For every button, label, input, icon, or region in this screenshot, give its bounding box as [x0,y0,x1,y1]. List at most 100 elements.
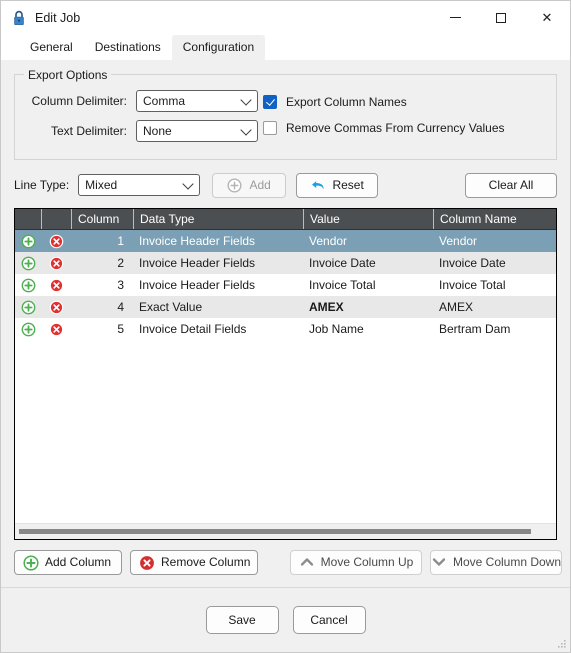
row-add-button[interactable] [15,274,41,296]
checkbox-icon-unchecked [263,121,277,135]
delimiter-fields: Column Delimiter: Comma Text Delimiter: … [27,88,263,148]
row-add-button[interactable] [15,296,41,318]
add-button[interactable]: Add [212,172,287,198]
export-column-names-label: Export Column Names [286,95,407,109]
add-button-label: Add [249,178,271,192]
remove-commas-checkbox[interactable]: Remove Commas From Currency Values [263,117,505,139]
add-column-label: Add Column [45,555,112,569]
line-type-value: Mixed [85,178,118,192]
table-row[interactable]: 2 Invoice Header Fields Invoice Date Inv… [15,252,556,274]
row-column-index: 1 [117,234,124,248]
plus-circle-icon [227,177,242,193]
text-delimiter-select[interactable]: None [136,119,258,142]
red-x-circle-icon [49,322,64,337]
scrollbar-thumb[interactable] [19,529,531,534]
maximize-button[interactable] [478,1,524,34]
edit-job-dialog: Edit Job ✕ General Destinations Configur… [0,0,571,653]
row-value: Invoice Total [309,278,376,292]
export-checkboxes: Export Column Names Remove Commas From C… [263,88,505,143]
grid-body: 1 Invoice Header Fields Vendor Vendor 2 … [15,230,556,523]
cancel-button[interactable]: Cancel [292,606,366,634]
row-column-index: 2 [117,256,124,270]
grid-header-column[interactable]: Column [71,209,133,229]
chevron-down-icon [431,555,446,570]
line-type-label: Line Type: [14,178,70,192]
table-row[interactable]: 3 Invoice Header Fields Invoice Total In… [15,274,556,296]
move-column-down-button[interactable]: Move Column Down [430,549,562,575]
lock-icon [12,10,26,26]
row-value: Job Name [309,322,364,336]
table-row[interactable]: 5 Invoice Detail Fields Job Name Bertram… [15,318,556,340]
close-button[interactable]: ✕ [524,1,570,34]
red-x-circle-icon [49,256,64,271]
tab-strip: General Destinations Configuration [1,34,570,60]
row-add-button[interactable] [15,252,41,274]
row-column-index: 4 [117,300,124,314]
chevron-down-icon [240,93,252,106]
row-remove-button[interactable] [41,274,71,296]
dialog-footer: Save Cancel [1,587,570,652]
column-delimiter-select[interactable]: Comma [136,89,258,112]
clear-all-button[interactable]: Clear All [465,172,557,198]
tab-general[interactable]: General [19,35,84,60]
row-remove-button[interactable] [41,296,71,318]
row-value: Invoice Date [309,256,376,270]
row-column-name: Bertram Dam [439,322,511,336]
grid-header-remove-col [41,209,71,229]
red-x-circle-icon [49,300,64,315]
row-column-index: 3 [117,278,124,292]
minimize-icon [449,17,461,18]
export-options-legend: Export Options [24,68,112,82]
reset-arrow-icon [310,178,325,193]
tab-configuration[interactable]: Configuration [171,35,266,60]
grid-header-data-type[interactable]: Data Type [133,209,303,229]
export-options-group: Export Options Column Delimiter: Comma T… [14,68,557,160]
column-delimiter-value: Comma [143,93,186,108]
move-column-down-label: Move Column Down [452,555,562,569]
remove-commas-label: Remove Commas From Currency Values [286,121,505,135]
red-x-circle-icon [49,234,64,249]
columns-grid: Column Data Type Value Column Name 1 Inv… [14,208,557,540]
export-column-names-checkbox[interactable]: Export Column Names [263,91,505,113]
green-plus-circle-icon [21,300,36,315]
row-data-type: Invoice Header Fields [139,234,256,248]
green-plus-circle-icon [21,234,36,249]
grid-header-value[interactable]: Value [303,209,433,229]
column-delimiter-field: Column Delimiter: Comma [27,88,263,113]
grid-header-add-col [15,209,41,229]
grid-horizontal-scrollbar[interactable] [15,523,556,539]
tab-destinations[interactable]: Destinations [84,35,172,60]
remove-column-button[interactable]: Remove Column [130,549,258,575]
text-delimiter-value: None [143,123,172,138]
resize-grip-icon[interactable] [556,638,567,649]
table-row[interactable]: 4 Exact Value AMEX AMEX [15,296,556,318]
window-controls: ✕ [432,1,570,34]
row-remove-button[interactable] [41,230,71,252]
row-column-index: 5 [117,322,124,336]
green-plus-circle-icon [21,278,36,293]
add-column-button[interactable]: Add Column [14,549,122,575]
row-remove-button[interactable] [41,252,71,274]
green-plus-circle-icon [21,322,36,337]
reset-button-label: Reset [332,178,364,192]
save-button[interactable]: Save [205,606,279,634]
row-add-button[interactable] [15,318,41,340]
minimize-button[interactable] [432,1,478,34]
red-x-circle-icon [49,278,64,293]
row-add-button[interactable] [15,230,41,252]
line-type-toolbar: Line Type: Mixed Add Reset Clear All [14,172,557,198]
grid-header-column-name[interactable]: Column Name [433,209,556,229]
chevron-down-icon [240,123,252,136]
reset-button[interactable]: Reset [296,172,379,198]
export-options-row: Column Delimiter: Comma Text Delimiter: … [27,88,544,148]
line-type-select[interactable]: Mixed [78,174,201,196]
move-column-up-button[interactable]: Move Column Up [290,549,422,575]
table-row[interactable]: 1 Invoice Header Fields Vendor Vendor [15,230,556,252]
row-remove-button[interactable] [41,318,71,340]
row-value: AMEX [309,300,344,314]
row-data-type: Invoice Detail Fields [139,322,247,336]
row-value: Vendor [309,234,348,248]
red-x-circle-icon [139,555,154,570]
text-delimiter-field: Text Delimiter: None [27,118,263,143]
row-data-type: Exact Value [139,300,203,314]
